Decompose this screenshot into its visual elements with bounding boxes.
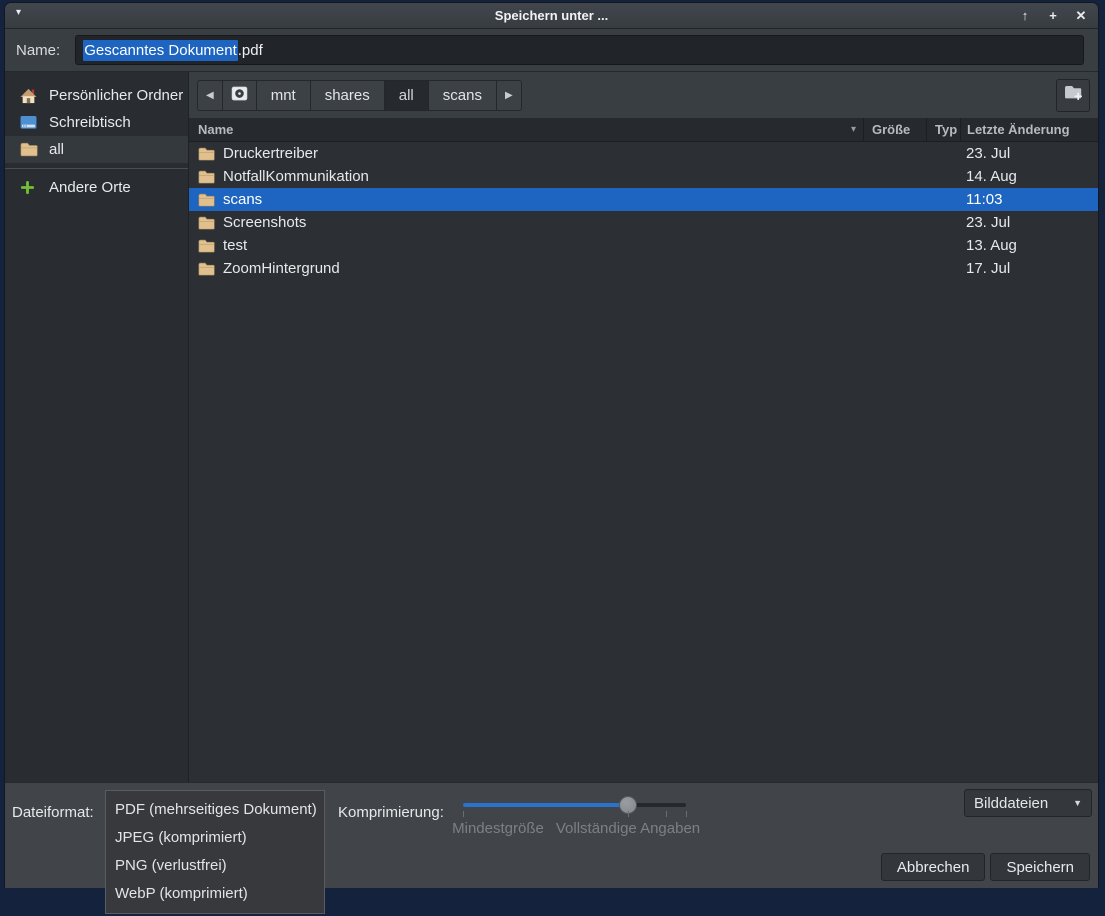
- filename-selected-text: Gescanntes Dokument: [83, 40, 238, 61]
- sidebar-item-label: Andere Orte: [49, 179, 131, 196]
- desktop: { "colors": { "selection_blue": "#1d65c1…: [0, 0, 1105, 916]
- file-row-druckertreiber[interactable]: Druckertreiber 23. Jul: [189, 142, 1098, 165]
- plus-icon: [20, 180, 38, 196]
- window-menu-icon[interactable]: ▾: [16, 7, 21, 18]
- folder-icon: [198, 239, 215, 253]
- slider-max-label: Vollständige Angaben: [556, 820, 700, 837]
- folder-icon: [198, 170, 215, 184]
- name-label: Name:: [16, 42, 60, 59]
- folder-icon: [198, 216, 215, 230]
- forward-arrow-icon: ▶: [505, 90, 513, 101]
- sidebar-item-home[interactable]: Persönlicher Ordner: [5, 82, 188, 109]
- file-name: ZoomHintergrund: [215, 260, 863, 277]
- compression-label: Komprimierung:: [338, 804, 444, 821]
- file-name: NotfallKommunikation: [215, 168, 863, 185]
- file-modified: 23. Jul: [960, 214, 1098, 231]
- file-name: Druckertreiber: [215, 145, 863, 162]
- path-segment-all[interactable]: all: [385, 80, 429, 111]
- list-header: Name ▾ Größe Typ Letzte Änderung: [189, 118, 1098, 142]
- slider-tick: [628, 811, 629, 817]
- path-back-button[interactable]: ◀: [197, 80, 223, 111]
- file-modified: 11:03: [960, 191, 1098, 208]
- file-list: Druckertreiber 23. Jul NotfallKommunikat…: [189, 142, 1098, 782]
- file-modified: 17. Jul: [960, 260, 1098, 277]
- file-format-label: Dateiformat:: [12, 804, 94, 821]
- file-pane: ◀ mnt shares all sca: [189, 72, 1098, 782]
- file-modified: 14. Aug: [960, 168, 1098, 185]
- places-sidebar: Persönlicher Ordner Schreibtisch: [5, 72, 189, 782]
- new-folder-icon: [1064, 85, 1083, 106]
- cancel-button[interactable]: Abbrechen: [881, 853, 986, 881]
- menu-item-jpeg[interactable]: JPEG (komprimiert): [106, 824, 324, 852]
- path-segment-shares[interactable]: shares: [311, 80, 385, 111]
- folder-icon: [198, 193, 215, 207]
- path-segment-scans[interactable]: scans: [429, 80, 497, 111]
- menu-item-png[interactable]: PNG (verlustfrei): [106, 852, 324, 880]
- sidebar-separator: [5, 168, 188, 169]
- compression-slider[interactable]: Mindestgröße Vollständige Angaben: [463, 795, 686, 839]
- file-modified: 23. Jul: [960, 145, 1098, 162]
- window-close-icon[interactable]: ✕: [1074, 8, 1088, 24]
- titlebar: ▾ Speichern unter ... ↑ + ✕: [5, 3, 1098, 29]
- name-row: Name: Gescanntes Dokument.pdf: [5, 29, 1098, 72]
- menu-item-pdf[interactable]: PDF (mehrseitiges Dokument): [106, 796, 324, 824]
- slider-min-label: Mindestgröße: [452, 820, 544, 837]
- slider-tick: [686, 811, 687, 817]
- file-name: Screenshots: [215, 214, 863, 231]
- sidebar-item-desktop[interactable]: Schreibtisch: [5, 109, 188, 136]
- file-modified: 13. Aug: [960, 237, 1098, 254]
- sidebar-item-label: all: [49, 141, 64, 158]
- sidebar-item-label: Persönlicher Ordner: [49, 87, 183, 104]
- file-row-notfallkommunikation[interactable]: NotfallKommunikation 14. Aug: [189, 165, 1098, 188]
- sidebar-item-all[interactable]: all: [5, 136, 188, 163]
- sidebar-item-other-locations[interactable]: Andere Orte: [5, 174, 188, 201]
- path-root-drive-button[interactable]: [223, 80, 257, 111]
- sidebar-item-label: Schreibtisch: [49, 114, 131, 131]
- new-folder-button[interactable]: [1056, 79, 1090, 112]
- folder-icon: [198, 147, 215, 161]
- file-row-scans[interactable]: scans 11:03: [189, 188, 1098, 211]
- save-dialog-window: ▾ Speichern unter ... ↑ + ✕ Name: Gescan…: [4, 2, 1099, 888]
- column-header-modified[interactable]: Letzte Änderung: [960, 118, 1098, 141]
- file-filter-dropdown[interactable]: Bilddateien ▼: [964, 789, 1092, 817]
- file-name: scans: [215, 191, 863, 208]
- file-name: test: [215, 237, 863, 254]
- filename-input[interactable]: Gescanntes Dokument.pdf: [75, 35, 1084, 65]
- filename-extension: .pdf: [238, 42, 263, 59]
- save-button[interactable]: Speichern: [990, 853, 1090, 881]
- file-row-test[interactable]: test 13. Aug: [189, 234, 1098, 257]
- window-title: Speichern unter ...: [495, 8, 608, 23]
- menu-item-webp[interactable]: WebP (komprimiert): [106, 880, 324, 908]
- drive-icon: [231, 86, 248, 105]
- path-bar: ◀ mnt shares all sca: [189, 72, 1098, 118]
- folder-icon: [20, 142, 38, 158]
- column-header-type[interactable]: Typ: [926, 118, 960, 141]
- column-name-label: Name: [198, 122, 233, 137]
- column-header-size[interactable]: Größe: [863, 118, 926, 141]
- path-segment-mnt[interactable]: mnt: [257, 80, 311, 111]
- file-format-menu: PDF (mehrseitiges Dokument) JPEG (kompri…: [105, 790, 325, 914]
- window-up-icon[interactable]: ↑: [1018, 8, 1032, 23]
- file-row-screenshots[interactable]: Screenshots 23. Jul: [189, 211, 1098, 234]
- file-row-zoomhintergrund[interactable]: ZoomHintergrund 17. Jul: [189, 257, 1098, 280]
- column-header-name[interactable]: Name ▾: [189, 122, 863, 137]
- back-arrow-icon: ◀: [206, 90, 214, 101]
- desktop-icon: [20, 115, 38, 131]
- slider-tick: [463, 811, 464, 817]
- home-icon: [20, 88, 38, 104]
- window-maximize-icon[interactable]: +: [1046, 8, 1060, 23]
- compression-slider-fill: [463, 803, 628, 807]
- path-forward-button[interactable]: ▶: [497, 80, 522, 111]
- dropdown-arrow-icon: ▼: [1073, 798, 1082, 808]
- folder-icon: [198, 262, 215, 276]
- file-filter-value: Bilddateien: [974, 795, 1048, 812]
- slider-tick: [666, 811, 667, 817]
- sort-descending-icon: ▾: [851, 124, 856, 135]
